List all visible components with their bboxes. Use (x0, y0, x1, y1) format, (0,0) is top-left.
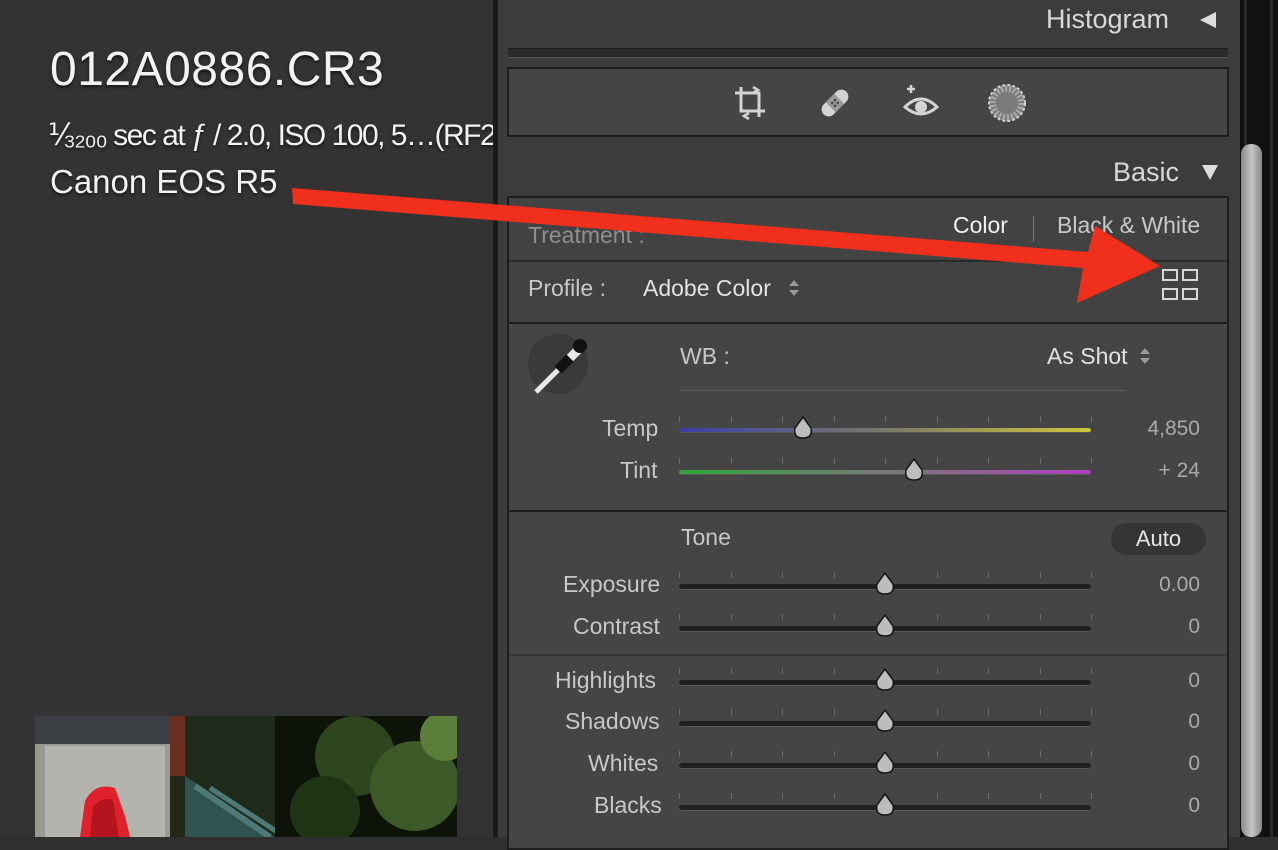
contrast-slider-thumb[interactable] (874, 614, 896, 638)
tint-label: Tint (620, 457, 658, 483)
healing-icon[interactable] (815, 83, 855, 123)
temp-label: Temp (602, 415, 659, 441)
red-eye-icon[interactable] (899, 83, 943, 123)
blacks-label: Blacks (594, 792, 662, 818)
crop-icon[interactable] (731, 83, 771, 123)
basic-title[interactable]: Basic (1113, 157, 1179, 188)
blacks-slider-thumb[interactable] (874, 793, 896, 817)
temp-slider-thumb[interactable] (792, 416, 814, 440)
scrollbar-thumb[interactable] (1241, 144, 1262, 837)
treatment-bw-option[interactable]: Black & White (1057, 212, 1200, 239)
camera-model: Canon EOS R5 (50, 163, 278, 200)
wb-label: WB : (680, 343, 730, 369)
profile-label: Profile : (528, 275, 606, 301)
shadows-slider-thumb[interactable] (874, 709, 896, 733)
profile-stepper-icon[interactable] (788, 278, 800, 298)
histogram-title[interactable]: Histogram (1046, 4, 1169, 35)
highlights-label: Highlights (555, 667, 656, 693)
highlights-slider-thumb[interactable] (874, 668, 896, 692)
eyedropper-icon[interactable] (528, 332, 592, 396)
auto-button[interactable]: Auto (1111, 523, 1206, 555)
whites-value[interactable]: 0 (1120, 752, 1200, 776)
mask-icon[interactable] (985, 81, 1029, 125)
wb-stepper-icon[interactable] (1139, 346, 1151, 366)
exposure-value[interactable]: 0.00 (1120, 573, 1200, 597)
contrast-label: Contrast (573, 613, 660, 639)
panel-scrollbar[interactable] (1240, 0, 1278, 837)
tint-slider-track[interactable] (679, 470, 1091, 475)
treatment-label: Treatment : (528, 222, 645, 248)
exposure-slider-thumb[interactable] (874, 572, 896, 596)
whites-label: Whites (588, 750, 659, 776)
contrast-value[interactable]: 0 (1120, 615, 1200, 639)
wb-value[interactable]: As Shot (1047, 343, 1128, 370)
develop-panel: Histogram Basic Treatment: Color Black … (498, 0, 1240, 850)
photo-thumbnail[interactable] (35, 716, 457, 837)
whites-slider-thumb[interactable] (874, 751, 896, 775)
exposure-info: ⅟₃₂₀₀ sec at ƒ / 2.0, ISO 100, 5…(RF2 (48, 119, 493, 152)
histogram-collapsed-bar (508, 48, 1228, 58)
file-name: 012A0886.CR3 (50, 43, 385, 96)
shadows-value[interactable]: 0 (1120, 710, 1200, 734)
shadows-label: Shadows (565, 708, 660, 734)
tint-value[interactable]: + 24 (1120, 459, 1200, 483)
tint-slider-thumb[interactable] (903, 458, 925, 482)
profile-value[interactable]: Adobe Color (643, 275, 771, 302)
tone-label: Tone (681, 524, 731, 550)
temp-slider-track[interactable] (679, 428, 1091, 433)
exposure-label: Exposure (563, 571, 661, 597)
tool-strip (507, 67, 1229, 137)
grid-icon[interactable] (1161, 268, 1201, 302)
blacks-value[interactable]: 0 (1120, 794, 1200, 818)
photo-preview-area: 012A0886.CR3 ⅟₃₂₀₀ sec at ƒ / 2.0, ISO 1… (0, 0, 493, 837)
triangle-down-icon[interactable] (1200, 162, 1220, 182)
triangle-left-icon[interactable] (1198, 10, 1218, 30)
temp-value[interactable]: 4,850 (1120, 417, 1200, 441)
highlights-value[interactable]: 0 (1120, 669, 1200, 693)
treatment-color-option[interactable]: Color (953, 212, 1008, 239)
